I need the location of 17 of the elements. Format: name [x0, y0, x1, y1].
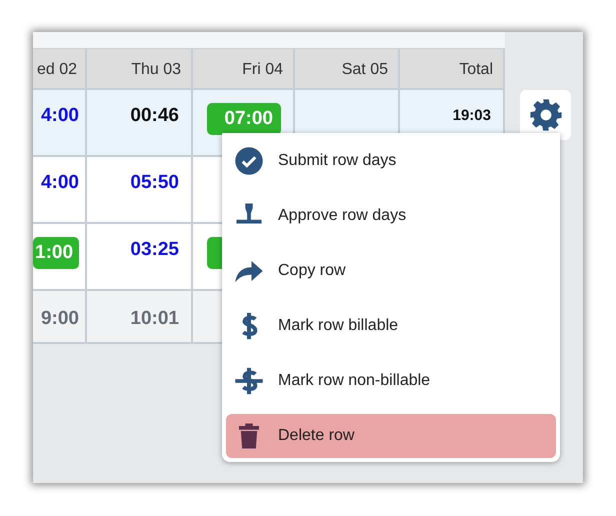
- time-entry[interactable]: 4:00: [40, 103, 79, 127]
- menu-item[interactable]: Submit row days: [226, 133, 556, 188]
- column-total: 10:01: [130, 307, 179, 330]
- menu-item[interactable]: Approve row days: [226, 188, 556, 243]
- column-total: 9:00: [40, 307, 79, 330]
- time-entry[interactable]: 03:25: [130, 237, 179, 261]
- crossed-dollar-icon: [234, 366, 264, 396]
- time-entry[interactable]: 4:00: [40, 170, 79, 194]
- menu-item[interactable]: Delete row: [226, 414, 556, 458]
- row-total: 19:03: [452, 106, 491, 124]
- menu-item[interactable]: Copy row: [226, 243, 556, 298]
- menu-item[interactable]: Mark row non-billable: [226, 353, 556, 408]
- time-entry[interactable]: 00:46: [130, 103, 179, 127]
- menu-item[interactable]: Mark row billable: [226, 298, 556, 353]
- settings-icon: [528, 98, 562, 132]
- time-entry[interactable]: 05:50: [130, 170, 179, 194]
- check-circle-icon: [234, 146, 264, 176]
